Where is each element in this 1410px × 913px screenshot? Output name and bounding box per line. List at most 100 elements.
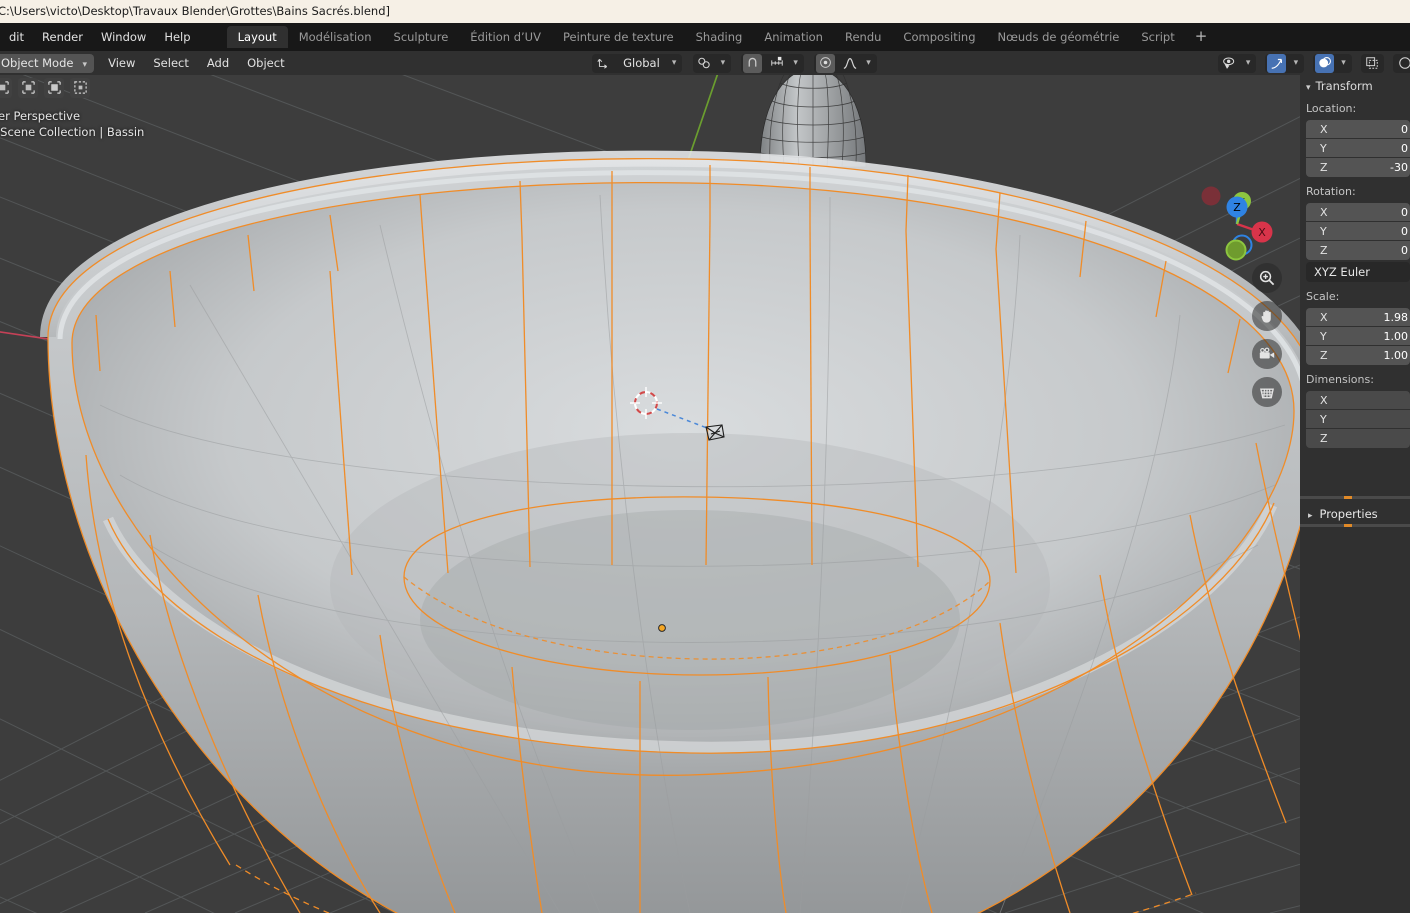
field-dim-x[interactable]: X (1306, 391, 1410, 410)
viewport-3d[interactable]: ser Perspective ) Scene Collection | Bas… (0, 75, 1300, 913)
field-dim-y[interactable]: Y (1306, 410, 1410, 429)
chevron-down-icon: ▾ (1293, 57, 1299, 68)
dimensions-fields[interactable]: XYZ (1306, 391, 1410, 448)
field-axis-label: Y (1320, 413, 1327, 426)
chevron-down-icon: ▾ (1245, 57, 1251, 68)
pivot-point-icon (695, 54, 714, 73)
show-gizmo-group[interactable]: ▾ (1265, 53, 1305, 73)
viewport-menu-object[interactable]: Object (238, 51, 293, 75)
toggle-xray-group[interactable] (1360, 53, 1384, 73)
field-scale-x[interactable]: X 1.98 (1306, 308, 1410, 327)
workspace-tab-sculpture[interactable]: Sculpture (383, 26, 460, 48)
location-label: Location: (1306, 102, 1357, 115)
field-loc-z[interactable]: Z -30 (1306, 158, 1410, 177)
proportional-falloff-icon[interactable] (840, 54, 859, 73)
field-rot-y[interactable]: Y0 (1306, 222, 1410, 241)
field-dim-z[interactable]: Z (1306, 429, 1410, 448)
field-value: -30 (1390, 161, 1408, 174)
show-overlays-icon[interactable] (1315, 53, 1335, 73)
chevron-down-icon: ▾ (720, 57, 726, 68)
shading-solid-icon[interactable] (1395, 54, 1410, 73)
gizmo-axis-x-neg (1201, 186, 1221, 206)
snapping-group[interactable]: ▾ (741, 53, 804, 73)
add-workspace-button[interactable]: + (1186, 26, 1217, 48)
viewport-perspective-label: ser Perspective (0, 109, 81, 123)
shading-mode-group[interactable] (1393, 53, 1410, 73)
sidebar-n-panel[interactable]: ▾ Transform Location: X 0 Y 0 Z -30 Rotation: … (1300, 75, 1410, 913)
viewport-collection-label: ) Scene Collection | Bassin (0, 125, 145, 139)
tweak-select-tool[interactable] (0, 78, 12, 98)
workspace-tab-bar: Layout Modélisation Sculpture Édition d’UV P… (226, 23, 1217, 51)
field-rot-z[interactable]: Z0 (1306, 241, 1410, 260)
workspace-tab-dition-d-uv[interactable]: Édition d’UV (459, 26, 552, 48)
snap-magnet-icon[interactable] (743, 53, 763, 73)
proportional-editing-group[interactable]: ▾ (814, 53, 877, 73)
dimensions-label: Dimensions: (1306, 373, 1374, 386)
menu-edit[interactable]: dit (0, 23, 33, 51)
show-overlays-group[interactable]: ▾ (1313, 53, 1352, 73)
field-value: 0 (1401, 142, 1408, 155)
toggle-ortho-icon[interactable] (1252, 377, 1282, 407)
field-scale-z[interactable]: Z 1.00 (1306, 346, 1410, 365)
field-loc-x[interactable]: X0 (1306, 120, 1410, 139)
snap-increment-icon[interactable] (767, 54, 786, 73)
scale-fields[interactable]: X 1.98 Y 1.00 Z 1.00 (1306, 308, 1410, 365)
proportional-editing-icon[interactable] (816, 53, 836, 73)
window-title-text: C:\Users\victo\Desktop\Travaux Blender\G… (0, 4, 390, 18)
rotation-fields[interactable]: X0Y0Z0 (1306, 203, 1410, 260)
transform-panel-header[interactable]: ▾ Transform (1300, 75, 1410, 99)
menu-render[interactable]: Render (33, 23, 92, 51)
panel-divider-bottom (1300, 524, 1410, 527)
field-value: 0 (1401, 206, 1408, 219)
svg-text:X: X (1258, 226, 1266, 239)
top-bar: dit Render Window Help Layout Modélisation Sc… (0, 23, 1410, 51)
toggle-xray-icon[interactable] (1363, 54, 1382, 73)
object-visibility-group[interactable]: ▾ (1217, 53, 1257, 73)
navigation-gizmo[interactable]: Y Z X (1196, 183, 1278, 265)
window-title-bar: C:\Users\victo\Desktop\Travaux Blender\G… (0, 0, 1410, 23)
viewport-menu-view[interactable]: View (99, 51, 144, 75)
pivot-point-group[interactable]: ▾ (692, 53, 732, 73)
chevron-down-icon: ▾ (671, 57, 677, 68)
lasso-select-tool[interactable] (70, 78, 91, 98)
chevron-down-icon: ▾ (82, 60, 87, 70)
viewport-canvas[interactable] (0, 75, 1300, 913)
viewport-menu-select[interactable]: Select (144, 51, 197, 75)
workspace-tab-shading[interactable]: Shading (685, 26, 754, 48)
panel-divider (1300, 496, 1410, 499)
field-loc-y[interactable]: Y0 (1306, 139, 1410, 158)
circle-select-tool[interactable] (44, 78, 65, 98)
workspace-tab-n-uds-de-g-om-trie[interactable]: Nœuds de géométrie (987, 26, 1131, 48)
mode-select-dropdown[interactable]: Object Mode ▾ (0, 54, 94, 73)
field-axis-label: Y (1320, 330, 1327, 343)
field-rot-x[interactable]: X0 (1306, 203, 1410, 222)
field-axis-label: X (1320, 394, 1328, 407)
box-select-tool[interactable] (18, 78, 39, 98)
workspace-tab-rendu[interactable]: Rendu (834, 26, 892, 48)
viewport-nav-buttons (1252, 263, 1282, 415)
pan-hand-icon[interactable] (1252, 301, 1282, 331)
object-visibility-icon[interactable] (1220, 54, 1239, 73)
field-scale-y[interactable]: Y 1.00 (1306, 327, 1410, 346)
field-axis-label: X (1320, 123, 1328, 136)
properties-panel-header[interactable]: ▸ Properties (1300, 496, 1410, 526)
workspace-tab-peinture-de-texture[interactable]: Peinture de texture (552, 26, 685, 48)
menu-window[interactable]: Window (92, 23, 155, 51)
zoom-icon[interactable] (1252, 263, 1282, 293)
rotation-mode-dropdown[interactable]: XYZ Euler (1306, 262, 1410, 282)
workspace-tab-mod-lisation[interactable]: Modélisation (288, 26, 383, 48)
transform-orientation-group[interactable]: Global ▾ (592, 53, 683, 73)
object-origin-dot (658, 624, 666, 632)
workspace-tab-layout[interactable]: Layout (226, 26, 288, 48)
menu-help[interactable]: Help (155, 23, 199, 51)
transform-orientation-label: Global (623, 55, 660, 70)
workspace-tab-script[interactable]: Script (1130, 26, 1185, 48)
workspace-tab-animation[interactable]: Animation (753, 26, 834, 48)
viewport-menu-add[interactable]: Add (198, 51, 238, 75)
chevron-down-icon: ▾ (866, 57, 871, 68)
location-fields[interactable]: X 0 Y 0 Z -30 (1306, 120, 1410, 177)
field-axis-label: Y (1320, 225, 1327, 238)
show-gizmo-icon[interactable] (1267, 53, 1287, 73)
camera-view-icon[interactable] (1252, 339, 1282, 369)
workspace-tab-compositing[interactable]: Compositing (892, 26, 986, 48)
